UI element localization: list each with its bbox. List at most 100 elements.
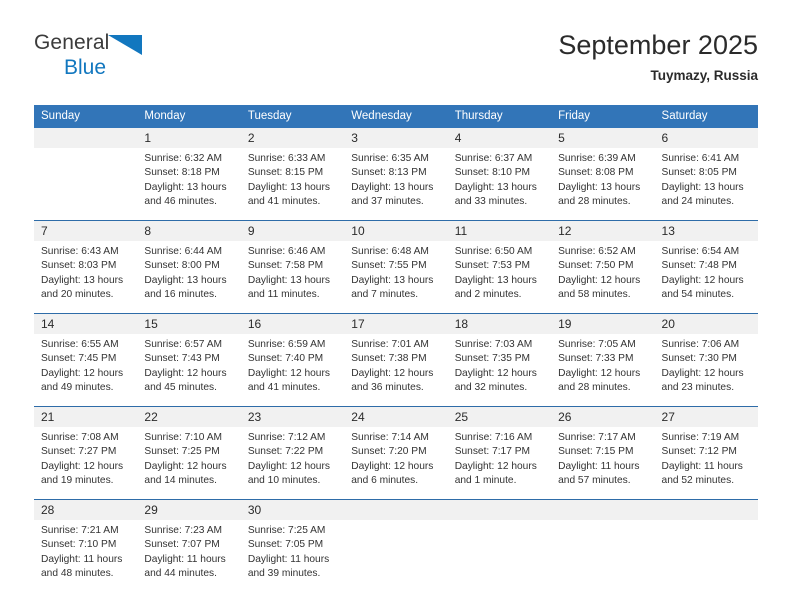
day-number: 8 <box>137 221 241 241</box>
sunset-text: Sunset: 8:15 PM <box>247 167 324 179</box>
sunrise-text: Sunrise: 7:14 AM <box>351 432 429 443</box>
calendar-day-cell[interactable]: 28 Sunrise: 7:21 AM Sunset: 7:10 PM Dayligh… <box>34 499 138 592</box>
day-details: Sunrise: 6:35 AM Sunset: 8:13 PM Daylight:… <box>344 148 447 220</box>
day-details: Sunrise: 7:12 AM Sunset: 7:22 PM Daylight:… <box>241 427 344 499</box>
daylight-text: Daylight: 13 hours and 33 minutes. <box>454 181 537 207</box>
calendar-day-cell[interactable]: 1 Sunrise: 6:32 AM Sunset: 8:18 PM Daylight… <box>137 128 241 221</box>
daylight-text: Daylight: 12 hours and 14 minutes. <box>144 460 227 486</box>
sunrise-text: Sunrise: 7:16 AM <box>454 432 533 443</box>
day-details: Sunrise: 6:59 AM Sunset: 7:40 PM Daylight:… <box>241 334 344 406</box>
calendar-day-cell[interactable]: 8 Sunrise: 6:44 AM Sunset: 8:00 PM Daylight… <box>137 220 241 314</box>
daylight-text: Daylight: 11 hours and 48 minutes. <box>41 553 123 579</box>
day-details: Sunrise: 7:06 AM Sunset: 7:30 PM Daylight:… <box>655 334 758 406</box>
page-subtitle-location: Tuymazy, Russia <box>650 68 758 83</box>
daylight-text: Daylight: 11 hours and 57 minutes. <box>558 460 640 486</box>
calendar-day-cell[interactable]: 23 Sunrise: 7:12 AM Sunset: 7:22 PM Dayligh… <box>240 406 345 500</box>
calendar-day-cell[interactable]: 2 Sunrise: 6:33 AM Sunset: 8:15 PM Daylight… <box>240 128 345 221</box>
weekday-header-wednesday: Wednesday <box>344 105 448 128</box>
title-block: September 2025 Tuymazy, Russia <box>558 28 758 86</box>
sunrise-text: Sunrise: 6:39 AM <box>558 153 636 164</box>
sunrise-text: Sunrise: 6:55 AM <box>41 339 119 350</box>
day-number: 6 <box>654 128 758 148</box>
daylight-text: Daylight: 12 hours and 41 minutes. <box>247 367 330 393</box>
calendar-day-cell[interactable]: 14 Sunrise: 6:55 AM Sunset: 7:45 PM Dayligh… <box>34 313 138 407</box>
day-details: Sunrise: 6:37 AM Sunset: 8:10 PM Daylight:… <box>448 148 551 220</box>
weekday-header-monday: Monday <box>137 105 241 128</box>
sunset-text: Sunset: 7:50 PM <box>558 260 634 272</box>
calendar-cell-empty <box>344 499 448 592</box>
calendar-day-cell[interactable]: 12 Sunrise: 6:52 AM Sunset: 7:50 PM Dayligh… <box>551 220 655 314</box>
day-details: Sunrise: 6:44 AM Sunset: 8:00 PM Daylight:… <box>137 241 240 313</box>
calendar-day-cell[interactable]: 25 Sunrise: 7:16 AM Sunset: 7:17 PM Dayligh… <box>447 406 552 500</box>
daylight-text: Daylight: 12 hours and 36 minutes. <box>351 367 434 393</box>
calendar-day-cell[interactable]: 16 Sunrise: 6:59 AM Sunset: 7:40 PM Dayligh… <box>240 313 345 407</box>
calendar-cell-empty <box>34 128 138 221</box>
calendar-day-cell[interactable]: 3 Sunrise: 6:35 AM Sunset: 8:13 PM Daylight… <box>344 128 448 221</box>
calendar-day-cell[interactable]: 19 Sunrise: 7:05 AM Sunset: 7:33 PM Dayligh… <box>551 313 655 407</box>
calendar-day-cell[interactable]: 4 Sunrise: 6:37 AM Sunset: 8:10 PM Daylight… <box>447 128 552 221</box>
sunset-text: Sunset: 7:30 PM <box>661 353 737 365</box>
weekday-header-friday: Friday <box>551 105 655 128</box>
daylight-text: Daylight: 11 hours and 44 minutes. <box>144 553 226 579</box>
day-details: Sunrise: 7:23 AM Sunset: 7:07 PM Daylight:… <box>137 520 240 592</box>
sunrise-text: Sunrise: 7:23 AM <box>144 525 223 536</box>
calendar-cell-empty <box>654 499 758 592</box>
sunset-text: Sunset: 7:27 PM <box>41 446 117 458</box>
sunset-text: Sunset: 7:17 PM <box>454 446 531 458</box>
day-details: Sunrise: 7:21 AM Sunset: 7:10 PM Daylight:… <box>34 520 137 592</box>
page-title: September 2025 <box>558 30 758 60</box>
sunset-text: Sunset: 7:22 PM <box>247 446 324 458</box>
sunrise-text: Sunrise: 6:50 AM <box>454 246 533 257</box>
daylight-text: Daylight: 12 hours and 23 minutes. <box>661 367 744 393</box>
sunset-text: Sunset: 7:58 PM <box>247 260 324 272</box>
calendar-day-cell[interactable]: 30 Sunrise: 7:25 AM Sunset: 7:05 PM Dayligh… <box>240 499 345 592</box>
sunset-text: Sunset: 7:33 PM <box>558 353 634 365</box>
day-number: 5 <box>551 128 655 148</box>
calendar-day-cell[interactable]: 9 Sunrise: 6:46 AM Sunset: 7:58 PM Daylight… <box>240 220 345 314</box>
sunset-text: Sunset: 8:05 PM <box>661 167 737 179</box>
calendar-day-cell[interactable]: 22 Sunrise: 7:10 AM Sunset: 7:25 PM Dayligh… <box>137 406 241 500</box>
day-details: Sunrise: 7:19 AM Sunset: 7:12 PM Daylight:… <box>655 427 758 499</box>
calendar-day-cell[interactable]: 24 Sunrise: 7:14 AM Sunset: 7:20 PM Dayligh… <box>344 406 448 500</box>
daylight-text: Daylight: 12 hours and 19 minutes. <box>41 460 124 486</box>
day-details: Sunrise: 6:46 AM Sunset: 7:58 PM Daylight:… <box>241 241 344 313</box>
sunset-text: Sunset: 8:10 PM <box>454 167 531 179</box>
calendar-week-row: 28 Sunrise: 7:21 AM Sunset: 7:10 PM Dayligh… <box>34 499 758 592</box>
sunset-text: Sunset: 7:48 PM <box>661 260 737 272</box>
calendar-day-cell[interactable]: 21 Sunrise: 7:08 AM Sunset: 7:27 PM Dayligh… <box>34 406 138 500</box>
sunrise-sunset-calendar: Sunday Monday Tuesday Wednesday Thursday… <box>34 105 758 592</box>
daylight-text: Daylight: 12 hours and 32 minutes. <box>454 367 537 393</box>
calendar-day-cell[interactable]: 10 Sunrise: 6:48 AM Sunset: 7:55 PM Dayligh… <box>344 220 448 314</box>
sunset-text: Sunset: 7:40 PM <box>247 353 324 365</box>
calendar-day-cell[interactable]: 7 Sunrise: 6:43 AM Sunset: 8:03 PM Daylight… <box>34 220 138 314</box>
sunrise-text: Sunrise: 6:37 AM <box>454 153 533 164</box>
calendar-day-cell[interactable]: 6 Sunrise: 6:41 AM Sunset: 8:05 PM Daylight… <box>654 128 758 221</box>
calendar-day-cell[interactable]: 13 Sunrise: 6:54 AM Sunset: 7:48 PM Dayligh… <box>654 220 758 314</box>
daylight-text: Daylight: 11 hours and 52 minutes. <box>661 460 743 486</box>
calendar-day-cell[interactable]: 27 Sunrise: 7:19 AM Sunset: 7:12 PM Dayligh… <box>654 406 758 500</box>
weekday-header-tuesday: Tuesday <box>240 105 345 128</box>
day-number <box>654 500 758 520</box>
sunset-text: Sunset: 8:13 PM <box>351 167 427 179</box>
day-number: 28 <box>34 500 138 520</box>
day-number: 15 <box>137 314 241 334</box>
calendar-day-cell[interactable]: 20 Sunrise: 7:06 AM Sunset: 7:30 PM Dayligh… <box>654 313 758 407</box>
day-details: Sunrise: 7:16 AM Sunset: 7:17 PM Daylight:… <box>448 427 551 499</box>
day-details: Sunrise: 6:48 AM Sunset: 7:55 PM Daylight:… <box>344 241 447 313</box>
calendar-day-cell[interactable]: 18 Sunrise: 7:03 AM Sunset: 7:35 PM Dayligh… <box>447 313 552 407</box>
calendar-day-cell[interactable]: 26 Sunrise: 7:17 AM Sunset: 7:15 PM Dayligh… <box>551 406 655 500</box>
daylight-text: Daylight: 13 hours and 16 minutes. <box>144 274 227 300</box>
calendar-day-cell[interactable]: 15 Sunrise: 6:57 AM Sunset: 7:43 PM Dayligh… <box>137 313 241 407</box>
day-number: 4 <box>447 128 552 148</box>
day-number: 19 <box>551 314 655 334</box>
calendar-day-cell[interactable]: 29 Sunrise: 7:23 AM Sunset: 7:07 PM Dayligh… <box>137 499 241 592</box>
weekday-header-thursday: Thursday <box>447 105 552 128</box>
daylight-text: Daylight: 13 hours and 7 minutes. <box>351 274 434 300</box>
generalblue-logo[interactable]: General Blue <box>34 32 234 88</box>
sunrise-text: Sunrise: 7:06 AM <box>661 339 740 350</box>
calendar-day-cell[interactable]: 11 Sunrise: 6:50 AM Sunset: 7:53 PM Dayligh… <box>447 220 552 314</box>
calendar-week-row: 14 Sunrise: 6:55 AM Sunset: 7:45 PM Dayligh… <box>34 313 758 407</box>
calendar-day-cell[interactable]: 5 Sunrise: 6:39 AM Sunset: 8:08 PM Daylight… <box>551 128 655 221</box>
sunset-text: Sunset: 7:45 PM <box>41 353 117 365</box>
calendar-day-cell[interactable]: 17 Sunrise: 7:01 AM Sunset: 7:38 PM Dayligh… <box>344 313 448 407</box>
